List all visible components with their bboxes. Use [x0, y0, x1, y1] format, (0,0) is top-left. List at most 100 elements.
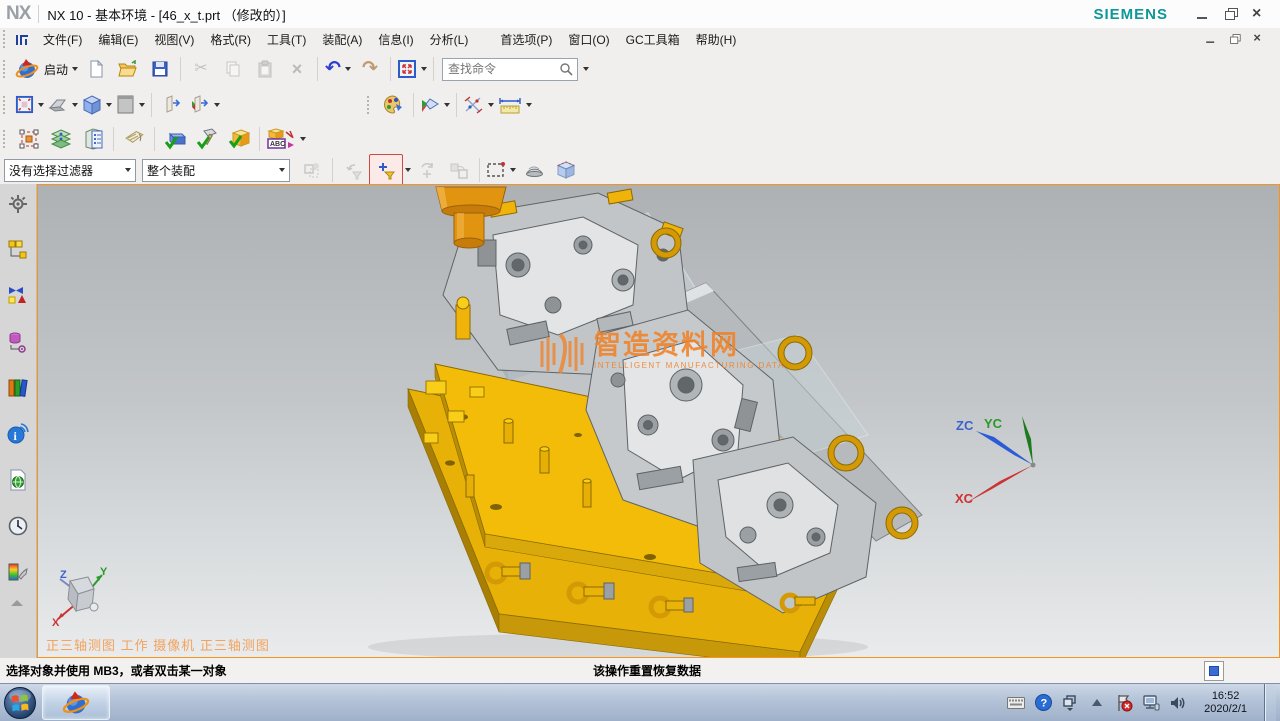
- history-button[interactable]: [4, 512, 32, 540]
- search-caret-icon[interactable]: [583, 67, 589, 71]
- web-browser-button[interactable]: i: [4, 420, 32, 448]
- filter-caret-icon: [125, 168, 131, 172]
- view-status-text: 正三轴测图 工作 摄像机 正三轴测图: [46, 635, 270, 654]
- marquee-caret-icon: [510, 168, 516, 172]
- reuse-library-button[interactable]: [4, 374, 32, 402]
- taskbar-clock[interactable]: 16:52 2020/2/1: [1196, 690, 1255, 716]
- keyboard-tray-icon[interactable]: [1007, 694, 1025, 712]
- graphics-window[interactable]: 智造资料网 INTELLIGENT MANUFACTURING DATA ZC …: [37, 184, 1280, 658]
- annotation-button[interactable]: ABC: [264, 124, 308, 154]
- menu-item-format[interactable]: 格式(R): [202, 29, 259, 50]
- network-icon[interactable]: [1142, 694, 1160, 712]
- restore-button[interactable]: [1224, 7, 1238, 21]
- start-button[interactable]: [2, 686, 38, 720]
- toolbar-separator: [456, 93, 457, 117]
- roles-button[interactable]: [4, 190, 32, 218]
- layers-stack-icon: [50, 128, 72, 150]
- status-bar: 选择对象并使用 MB3，或者双击某一对象 该操作重置恢复数据: [0, 658, 1280, 684]
- toolbar-grip[interactable]: [3, 60, 9, 78]
- select-assembly-button: [296, 155, 328, 185]
- menu-item-edit[interactable]: 编辑(E): [90, 29, 146, 50]
- start-menu-button[interactable]: 启动: [13, 54, 80, 84]
- menu-item-preferences[interactable]: 首选项(P): [492, 29, 560, 50]
- assembly-navigator-button[interactable]: [4, 236, 32, 264]
- new-file-button[interactable]: [80, 54, 112, 84]
- edit-section-button[interactable]: [188, 90, 222, 120]
- taskbar: ? 16:52 2020/2/1: [0, 683, 1280, 721]
- marquee-select-button[interactable]: [484, 155, 518, 185]
- selection-filter-select[interactable]: 没有选择过滤器: [4, 159, 136, 182]
- snap-point-button[interactable]: [461, 90, 496, 120]
- window-layout-button[interactable]: [395, 54, 429, 84]
- books-icon: [7, 377, 29, 399]
- transparent-cube-button[interactable]: [550, 155, 582, 185]
- fit-view-button[interactable]: [13, 90, 46, 120]
- add-filter-button[interactable]: [369, 154, 403, 186]
- true-shading-button[interactable]: [377, 90, 409, 120]
- redo-button[interactable]: ↷: [354, 54, 386, 84]
- note-tag-button[interactable]: [118, 124, 150, 154]
- constraint-list-button[interactable]: [77, 124, 109, 154]
- move-component-button[interactable]: [13, 124, 45, 154]
- menu-item-assemblies[interactable]: 装配(A): [314, 29, 370, 50]
- sidebar-scroll-up[interactable]: [11, 600, 23, 606]
- toolbar-grip[interactable]: [3, 96, 9, 114]
- constraint-navigator-button[interactable]: [4, 282, 32, 310]
- toolbar-separator: [413, 93, 414, 117]
- check-clearance-button[interactable]: [159, 124, 191, 154]
- svg-text:ABC: ABC: [270, 141, 285, 148]
- child-minimize-button[interactable]: [1205, 33, 1216, 44]
- hd3d-tools-button[interactable]: [4, 466, 32, 494]
- show-hide-button[interactable]: [418, 90, 452, 120]
- menu-item-information[interactable]: 信息(I): [370, 29, 421, 50]
- action-center-icon[interactable]: [1115, 694, 1133, 712]
- nx-globe-icon: [15, 57, 39, 81]
- nx-task-button[interactable]: [42, 685, 110, 720]
- child-restore-button[interactable]: [1229, 33, 1240, 44]
- fit-view-icon: [15, 95, 34, 114]
- undo-button[interactable]: ↶: [322, 54, 354, 84]
- save-button[interactable]: [144, 54, 176, 84]
- background-button[interactable]: [114, 90, 147, 120]
- status-prompt: 选择对象并使用 MB3，或者双击某一对象: [6, 662, 227, 679]
- menu-item-analysis[interactable]: 分析(L): [422, 29, 477, 50]
- marquee-rect-icon: [486, 161, 506, 179]
- menu-item-window[interactable]: 窗口(O): [560, 29, 617, 50]
- rendering-style-button[interactable]: [80, 90, 114, 120]
- snap-shell-button[interactable]: [518, 155, 550, 185]
- find-command-box[interactable]: [442, 58, 578, 81]
- clip-section-button[interactable]: [156, 90, 188, 120]
- menu-item-help[interactable]: 帮助(H): [688, 29, 745, 50]
- help-tray-icon[interactable]: ?: [1034, 694, 1052, 712]
- show-desktop-button[interactable]: [1264, 684, 1276, 721]
- snap-caret-icon: [488, 103, 494, 107]
- check-block-icon: [164, 128, 186, 150]
- materials-button[interactable]: [4, 558, 32, 586]
- child-close-button[interactable]: ×: [1253, 33, 1264, 44]
- orient-view-button[interactable]: [46, 90, 80, 120]
- close-button[interactable]: ×: [1252, 7, 1266, 21]
- measure-button[interactable]: [496, 90, 534, 120]
- menu-item-view[interactable]: 视图(V): [146, 29, 202, 50]
- toolbar-separator: [154, 127, 155, 151]
- layout-caret-icon: [421, 67, 427, 71]
- open-file-button[interactable]: [112, 54, 144, 84]
- menu-item-gc-toolbox[interactable]: GC工具箱: [618, 29, 688, 50]
- find-command-input[interactable]: [446, 61, 559, 77]
- check-tools-button[interactable]: [191, 124, 223, 154]
- toolbar-grip[interactable]: [367, 96, 373, 114]
- show-hidden-icons-button[interactable]: [1088, 694, 1106, 712]
- menu-item-tools[interactable]: 工具(T): [259, 29, 314, 50]
- toolbar-grip[interactable]: [3, 130, 9, 148]
- assembly-scope-select[interactable]: 整个装配: [142, 159, 290, 182]
- minimize-button[interactable]: [1196, 7, 1210, 21]
- restore-window-tray-icon[interactable]: [1061, 694, 1079, 712]
- menubar-grip[interactable]: [3, 30, 9, 48]
- volume-icon[interactable]: [1169, 694, 1187, 712]
- status-select-icon[interactable]: [1204, 661, 1224, 681]
- check-component-button[interactable]: [223, 124, 255, 154]
- part-navigator-button[interactable]: [4, 328, 32, 356]
- menu-item-file[interactable]: 文件(F): [35, 29, 90, 50]
- assembly-constraints-button[interactable]: [45, 124, 77, 154]
- toolbar-separator: [180, 57, 181, 81]
